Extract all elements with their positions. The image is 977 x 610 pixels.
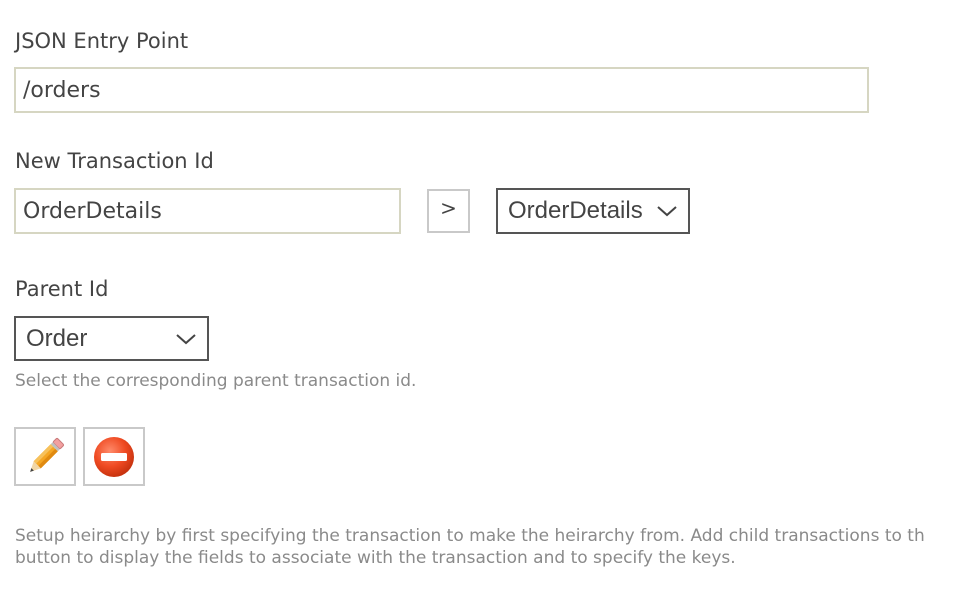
transaction-select[interactable]: OrderDetails: [496, 188, 690, 234]
edit-button[interactable]: [14, 427, 76, 486]
hierarchy-form: JSON Entry Point New Transaction Id > Or…: [0, 0, 977, 610]
pencil-icon: [30, 437, 64, 472]
entry-point-label: JSON Entry Point: [15, 29, 189, 53]
entry-point-input[interactable]: [14, 67, 869, 113]
transaction-select-value: OrderDetails: [508, 197, 643, 224]
parent-id-label: Parent Id: [15, 277, 109, 301]
transaction-id-input[interactable]: [14, 188, 401, 234]
hierarchy-description: Setup heirarchy by first specifying the …: [15, 525, 977, 569]
description-line-2: button to display the fields to associat…: [15, 548, 736, 568]
no-entry-icon: [94, 436, 134, 477]
transaction-id-label: New Transaction Id: [15, 149, 214, 173]
parent-id-hint: Select the corresponding parent transact…: [15, 371, 417, 391]
parent-id-select-value: Order: [26, 324, 88, 352]
delete-button[interactable]: [83, 427, 145, 486]
description-line-1: Setup heirarchy by first specifying the …: [15, 526, 925, 546]
chevron-down-icon: [176, 333, 196, 344]
parent-id-select[interactable]: Order: [14, 316, 209, 361]
copy-to-select-button[interactable]: >: [427, 189, 470, 233]
chevron-down-icon: [657, 206, 677, 217]
